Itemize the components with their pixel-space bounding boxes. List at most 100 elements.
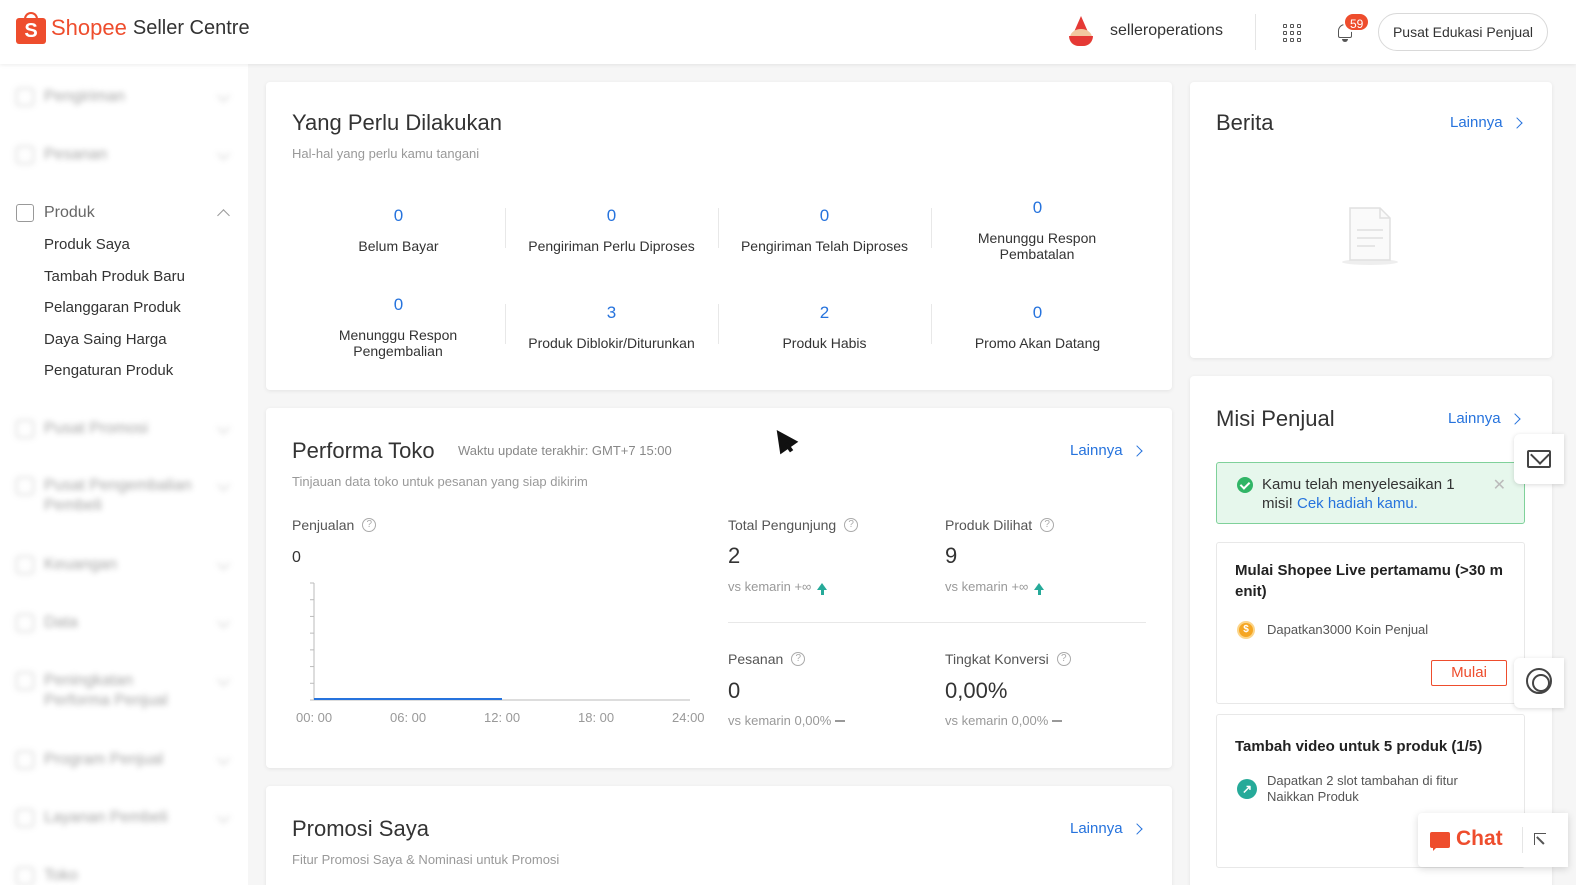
sidebar-section-label: Produk [44,204,95,221]
help-icon[interactable]: ? [791,652,806,666]
performance-title: Performa Toko [292,438,435,463]
product-bag-icon [16,204,34,222]
coin-icon: $ [1237,621,1255,639]
user-icon [16,477,34,495]
sidebar-item-price-competitiveness[interactable]: Daya Saing Harga [44,331,167,348]
x-tick-label: 06: 00 [390,710,427,725]
todo-sold-out[interactable]: 2 Produk Habis [718,303,931,351]
help-icon[interactable]: ? [362,518,377,532]
visitors-value: 2 [728,543,741,568]
support-side-button[interactable] [1514,658,1564,708]
messages-side-button[interactable] [1514,434,1564,484]
sidebar-section-data[interactable]: Data [16,613,232,633]
conversion-compare: vs kemarin 0,00% [945,713,1063,728]
sales-label: Penjualan? [292,517,377,533]
orders-label: Pesanan? [728,651,806,667]
product-views-compare: vs kemarin +∞ [945,579,1045,595]
todo-title: Yang Perlu Dilakukan [292,110,502,135]
sidebar-section-finance[interactable]: Keuangan [16,555,232,575]
orders-compare: vs kemarin 0,00% [728,713,846,728]
sidebar-section-promotions[interactable]: Pusat Promosi [16,419,232,439]
todo-return[interactable]: 0 Menunggu Respon Pengembalian [292,295,505,359]
chevron-down-icon [217,752,230,765]
start-mission-button[interactable]: Mulai [1431,660,1507,686]
sidebar-section-orders[interactable]: Pesanan [16,145,232,165]
orders-value: 0 [728,678,741,703]
todo-shipped[interactable]: 0 Pengiriman Telah Diproses [718,206,931,254]
todo-banned-products[interactable]: 3 Produk Diblokir/Diturunkan [505,303,718,351]
notification-badge: 59 [1343,12,1371,32]
sidebar-section-returns[interactable]: Pusat Pengembalian Pembeli [16,476,232,516]
boost-icon: ↗ [1237,779,1257,799]
promo-title: Promosi Saya [292,816,429,841]
truck-icon [16,88,34,106]
x-tick-label: 00: 00 [296,710,333,725]
conversion-label: Tingkat Konversi? [945,651,1071,667]
chevron-down-icon [217,557,230,570]
performance-more-link[interactable]: Lainnya [1070,442,1143,459]
chevron-down-icon [217,147,230,160]
sidebar-item-my-products[interactable]: Produk Saya [44,236,130,253]
mission-reward: Dapatkan 2 slot tambahan di fitur Naikka… [1267,773,1458,804]
todo-to-ship[interactable]: 0 Pengiriman Perlu Diproses [505,206,718,254]
sidebar-section-shop[interactable]: Toko [16,866,232,885]
check-reward-link[interactable]: Cek hadiah kamu. [1297,495,1418,512]
sales-line-chart [310,582,690,701]
sidebar-section-seller-programs[interactable]: Program Penjual [16,750,232,770]
x-tick-label: 18: 00 [578,710,615,725]
tag-icon [16,420,34,438]
program-icon [16,751,34,769]
wallet-icon [16,556,34,574]
dash-icon [835,719,846,722]
todo-upcoming-promo[interactable]: 0 Promo Akan Datang [931,303,1144,351]
headset-icon [1526,668,1552,694]
promo-more-link[interactable]: Lainnya [1070,820,1143,837]
divider [1522,827,1523,853]
chevron-down-icon [217,89,230,102]
chevron-right-icon [1130,444,1143,457]
sidebar-item-add-product[interactable]: Tambah Produk Baru [44,268,185,285]
promo-card: Promosi Saya Lainnya Fitur Promosi Saya … [266,786,1172,885]
todo-cancellation[interactable]: 0 Menunggu Respon Pembatalan [931,198,1144,262]
mission-item: Mulai Shopee Live pertamamu (>30 m enit)… [1216,542,1525,704]
performance-card: Performa Toko Waktu update terakhir: GMT… [266,408,1172,768]
chevron-up-icon [217,209,230,222]
seller-education-button[interactable]: Pusat Edukasi Penjual [1378,13,1548,51]
chevron-right-icon [1130,822,1143,835]
sidebar-section-seller-performance[interactable]: Peningkatan Performa Penjual [16,671,232,711]
check-circle-icon [1237,477,1253,493]
mission-more-link[interactable]: Lainnya [1448,410,1521,427]
shop-icon [16,867,34,885]
service-icon [16,809,34,827]
mission-reward: Dapatkan3000 Koin Penjual [1267,622,1429,637]
help-icon[interactable]: ? [844,518,859,532]
logo-subtitle: Seller Centre [132,16,250,39]
visitors-label: Total Pengunjung? [728,517,859,533]
sidebar-item-product-settings[interactable]: Pengaturan Produk [44,362,173,379]
arrow-up-icon [817,583,828,595]
user-menu[interactable]: selleroperations [1066,16,1223,46]
dash-icon [1052,719,1063,722]
order-icon [16,146,34,164]
medal-icon [16,672,34,690]
todo-unpaid[interactable]: 0 Belum Bayar [292,206,505,254]
sidebar-section-customer-service[interactable]: Layanan Pembeli [16,808,232,828]
chevron-down-icon [217,810,230,823]
top-header: S Shopee Seller Centre selleroperations … [0,0,1576,64]
help-icon[interactable]: ? [1056,652,1071,666]
news-more-link[interactable]: Lainnya [1450,114,1523,131]
avatar [1066,16,1096,46]
shopee-logo[interactable]: S Shopee Seller Centre [16,12,250,44]
sidebar-section-shipping[interactable]: Pengiriman [16,87,232,107]
chevron-down-icon [217,478,230,491]
sidebar-section-products[interactable]: Produk [16,203,232,223]
sidebar: Pengiriman Pesanan Produk Produk Saya Ta… [0,64,248,885]
chat-widget[interactable]: Chat [1418,813,1568,867]
apps-grid-icon[interactable] [1283,24,1301,42]
arrow-up-icon [1034,583,1045,595]
close-icon[interactable]: ✕ [1493,475,1506,495]
sidebar-item-product-violations[interactable]: Pelanggaran Produk [44,299,181,316]
help-icon[interactable]: ? [1040,518,1055,532]
mail-icon [1527,450,1551,468]
minimize-icon[interactable] [1534,833,1546,845]
